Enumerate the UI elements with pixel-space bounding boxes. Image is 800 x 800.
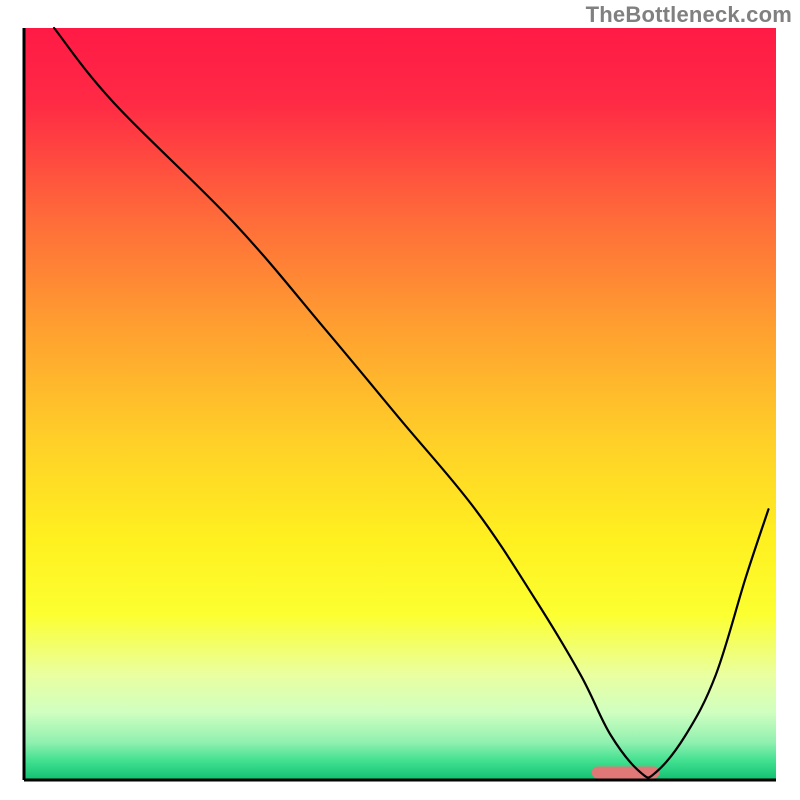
chart-svg	[0, 0, 800, 800]
watermark-text: TheBottleneck.com	[586, 2, 792, 28]
plot-background	[24, 28, 776, 780]
bottleneck-chart: TheBottleneck.com	[0, 0, 800, 800]
